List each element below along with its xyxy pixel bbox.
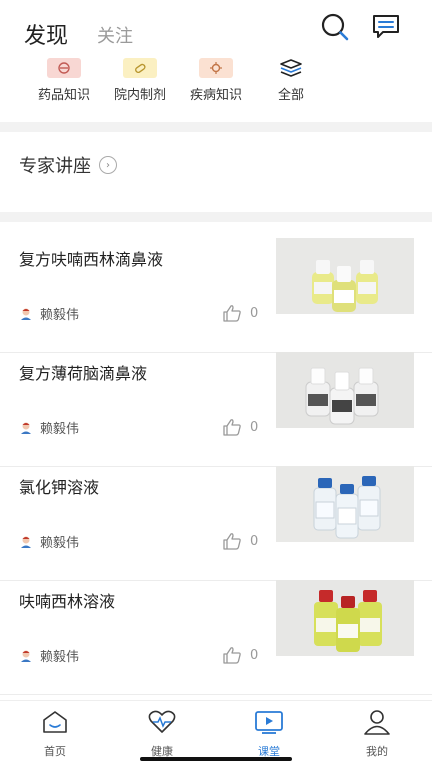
search-icon[interactable] (320, 12, 350, 42)
category-label: 药品知识 (37, 88, 90, 103)
layers-icon (274, 58, 308, 78)
header: 发现 关注 (0, 0, 432, 60)
category-label: 疾病知识 (189, 88, 242, 103)
article-thumbnail (276, 238, 414, 314)
tab-label: 我的 (366, 745, 388, 758)
avatar-icon (21, 536, 31, 548)
category-label: 全部 (277, 88, 304, 103)
article-title: 氯化钾溶液 (19, 478, 100, 497)
author-name: 赖毅伟 (40, 422, 80, 437)
tab-mine[interactable]: 我的 (337, 709, 417, 759)
home-indicator (140, 757, 292, 761)
category-label: 院内制剂 (113, 88, 166, 103)
category-hospital-preparation[interactable]: 院内制剂 (100, 58, 180, 103)
avatar-icon (21, 650, 31, 662)
author-name: 赖毅伟 (40, 308, 80, 323)
article-author: 赖毅伟 (19, 418, 79, 437)
tab-home[interactable]: 首页 (15, 709, 95, 759)
like-button[interactable]: 0 (222, 304, 258, 322)
article-thumbnail (276, 466, 414, 542)
article-title: 呋喃西林溶液 (19, 592, 116, 611)
section-divider (0, 212, 432, 222)
user-icon (364, 710, 390, 735)
expert-lecture-entry[interactable]: 专家讲座 › (19, 152, 117, 178)
avatar-icon (21, 308, 31, 320)
tab-discover[interactable]: 发现 (24, 18, 68, 50)
thumbs-up-icon (223, 533, 241, 550)
article-thumbnail (276, 352, 414, 428)
home-face-icon (43, 711, 67, 733)
thumbs-up-icon (223, 647, 241, 664)
thumbs-up-icon (223, 419, 241, 436)
thumbs-up-icon (223, 305, 241, 322)
pill-icon (47, 58, 81, 78)
heart-pulse-icon (148, 710, 176, 733)
tab-health[interactable]: 健康 (122, 709, 202, 759)
article-author: 赖毅伟 (19, 646, 79, 665)
message-icon[interactable] (371, 12, 401, 42)
article-item[interactable]: 复方呋喃西林滴鼻液 赖毅伟 0 (0, 238, 432, 353)
article-author: 赖毅伟 (19, 532, 79, 551)
like-count: 0 (250, 419, 259, 435)
article-item[interactable]: 呋喃西林溶液 赖毅伟 0 (0, 580, 432, 695)
like-count: 0 (250, 533, 259, 549)
author-name: 赖毅伟 (40, 650, 80, 665)
category-all[interactable]: 全部 (251, 58, 331, 103)
article-item[interactable]: 氯化钾溶液 赖毅伟 0 (0, 466, 432, 581)
video-play-icon (255, 711, 283, 734)
like-button[interactable]: 0 (222, 532, 258, 550)
article-thumbnail (276, 580, 414, 656)
article-author: 赖毅伟 (19, 304, 79, 323)
category-drug-knowledge[interactable]: 药品知识 (24, 58, 104, 103)
like-button[interactable]: 0 (222, 418, 258, 436)
virus-icon (199, 58, 233, 78)
article-title: 复方呋喃西林滴鼻液 (19, 250, 164, 269)
article-title: 复方薄荷脑滴鼻液 (19, 364, 148, 383)
capsule-icon (123, 58, 157, 78)
like-button[interactable]: 0 (222, 646, 258, 664)
author-name: 赖毅伟 (40, 536, 80, 551)
tab-label: 首页 (44, 745, 66, 758)
chevron-right-icon: › (99, 156, 117, 174)
section-divider (0, 122, 432, 132)
category-bar: 药品知识 院内制剂 疾病知识 全部 (0, 58, 432, 114)
avatar-icon (21, 422, 31, 434)
like-count: 0 (250, 305, 259, 321)
expert-lecture-label: 专家讲座 (19, 156, 91, 177)
like-count: 0 (250, 647, 259, 663)
tab-classroom[interactable]: 课堂 (229, 709, 309, 759)
tab-follow[interactable]: 关注 (97, 22, 133, 48)
category-disease-knowledge[interactable]: 疾病知识 (176, 58, 256, 103)
article-item[interactable]: 复方薄荷脑滴鼻液 赖毅伟 0 (0, 352, 432, 467)
